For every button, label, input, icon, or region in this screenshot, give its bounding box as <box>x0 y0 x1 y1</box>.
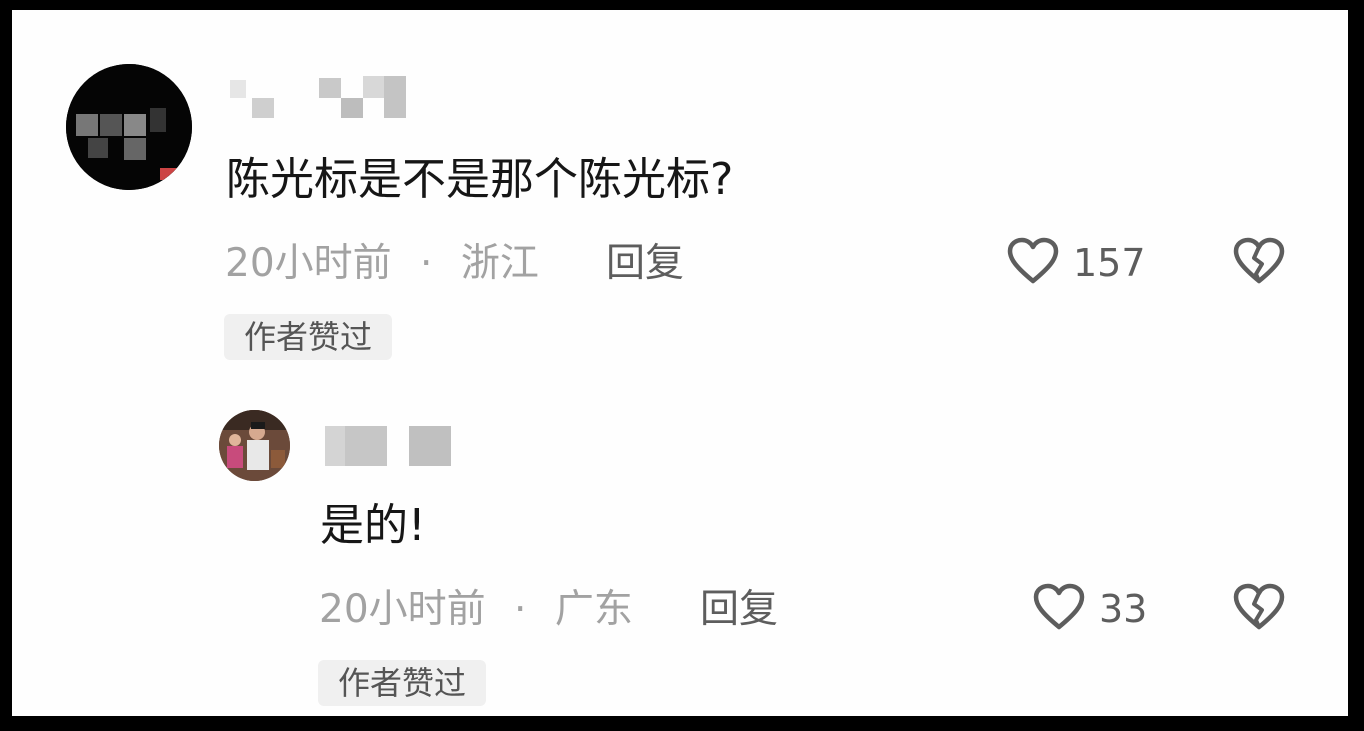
reply-avatar-image <box>219 410 290 481</box>
broken-heart-icon[interactable] <box>1232 582 1286 632</box>
reply-to-reply-button[interactable]: 回复 <box>700 590 778 629</box>
comment-text: 陈光标是不是那个陈光标? <box>226 154 734 205</box>
comment-thread-frame: 陈光标是不是那个陈光标? 20小时前 · 浙江 回复 157 作者赞过 是的! <box>12 10 1348 716</box>
broken-heart-icon[interactable] <box>1232 236 1286 286</box>
heart-outline-icon[interactable] <box>1032 582 1086 632</box>
commenter-avatar[interactable] <box>66 64 192 190</box>
reply-meta: 20小时前 · 广东 <box>319 590 633 629</box>
reply-author-liked-badge: 作者赞过 <box>318 660 486 706</box>
meta-separator: · <box>514 587 527 632</box>
avatar-image <box>66 64 192 190</box>
comment-location: 浙江 <box>460 241 539 286</box>
reply-like-count: 33 <box>1099 587 1148 631</box>
meta-separator: · <box>420 241 433 286</box>
heart-outline-icon[interactable] <box>1006 236 1060 286</box>
reply-time: 20小时前 <box>319 587 486 632</box>
commenter-username-redacted[interactable] <box>226 74 411 122</box>
like-count: 157 <box>1073 241 1146 285</box>
reply-text: 是的! <box>320 500 426 551</box>
reply-commenter-avatar[interactable] <box>219 410 290 481</box>
comment-time: 20小时前 <box>225 241 392 286</box>
comment-meta: 20小时前 · 浙江 <box>225 244 539 283</box>
author-liked-badge: 作者赞过 <box>224 314 392 360</box>
reply-button[interactable]: 回复 <box>606 244 684 283</box>
reply-username-redacted[interactable] <box>325 424 455 470</box>
reply-location: 广东 <box>554 587 633 632</box>
